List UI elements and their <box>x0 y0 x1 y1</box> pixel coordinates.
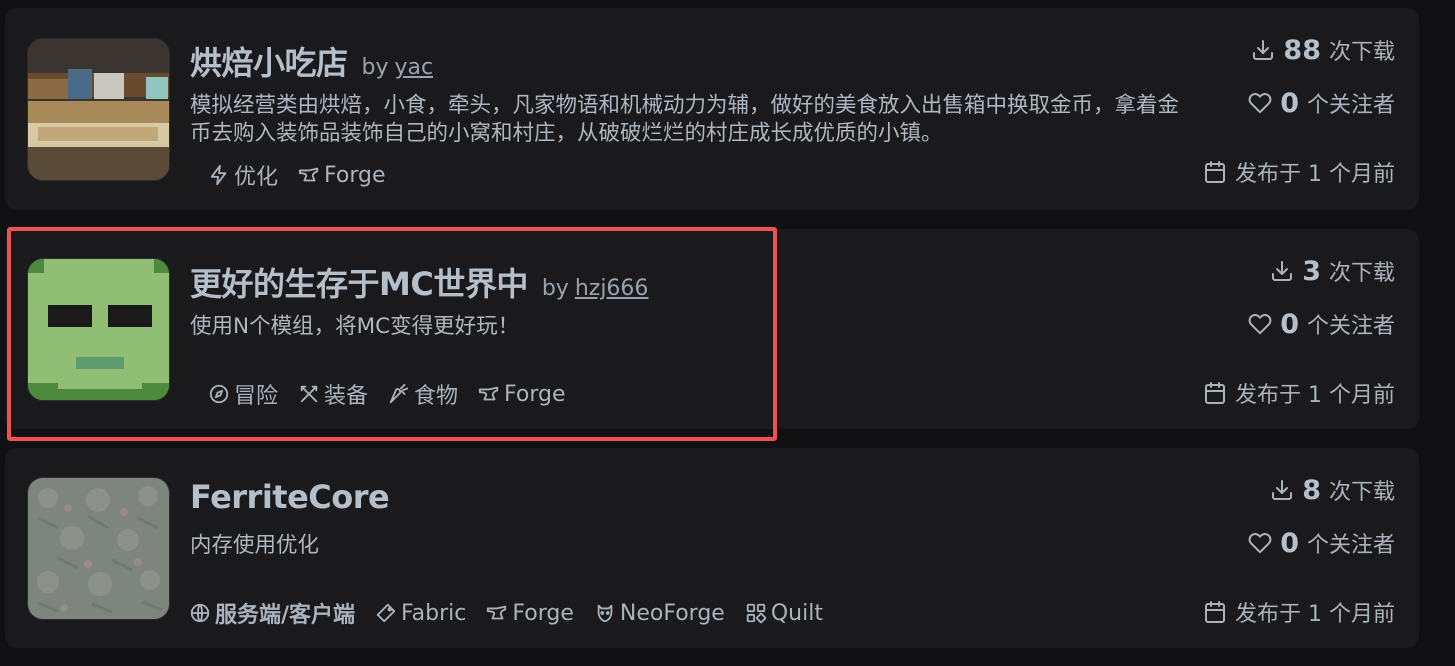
download-count: 3 次下载 <box>1270 255 1395 287</box>
project-icon[interactable] <box>27 477 170 620</box>
quilt-icon <box>746 603 766 624</box>
tag-label: Forge <box>504 381 566 407</box>
tag-forge[interactable]: Forge <box>478 378 566 410</box>
project-title[interactable]: 更好的生存于MC世界中 <box>190 259 528 305</box>
tag-label: Forge <box>324 162 386 188</box>
project-title[interactable]: FerriteCore <box>190 478 390 516</box>
anvil-icon <box>478 386 499 401</box>
compass-icon <box>209 384 229 404</box>
swords-icon <box>300 385 318 403</box>
fabric-icon <box>376 603 396 623</box>
calendar-icon <box>1205 382 1226 404</box>
project-card[interactable]: 烘焙小吃店 by yac 模拟经营类由烘焙，小食，牵头，凡家物语和机械动力为辅，… <box>5 8 1419 210</box>
tag-equipment[interactable]: 装备 <box>298 378 368 410</box>
project-description: 使用N个模组，将MC变得更好玩！ <box>190 314 520 339</box>
calendar-icon <box>1205 161 1226 183</box>
follower-count: 0 个关注者 <box>1248 87 1395 119</box>
download-count: 88 次下载 <box>1251 34 1395 66</box>
tag-optimization[interactable]: 优化 <box>208 159 278 191</box>
project-title[interactable]: 烘焙小吃店 <box>190 38 348 84</box>
project-description: 内存使用优化 <box>190 533 320 558</box>
anvil-icon <box>298 167 319 182</box>
tag-list: 冒险 装备 食物 Forge <box>208 378 566 410</box>
tag-adventure[interactable]: 冒险 <box>208 378 278 410</box>
by-label: by <box>541 276 569 301</box>
publish-date: 发布于 1 个月前 <box>1203 156 1395 188</box>
tag-label: NeoForge <box>619 600 725 626</box>
tag-label: 冒险 <box>234 384 279 409</box>
tag-label: 优化 <box>234 165 279 190</box>
heart-icon <box>1248 533 1272 554</box>
download-icon <box>1272 480 1293 500</box>
anvil-icon <box>487 605 507 620</box>
tag-forge[interactable]: Forge <box>486 597 574 629</box>
download-icon <box>1253 40 1274 60</box>
heart-icon <box>1248 314 1272 335</box>
tag-food[interactable]: 食物 <box>388 378 458 410</box>
author-link[interactable]: yac <box>395 55 434 80</box>
tag-label: 装备 <box>324 384 369 409</box>
tag-label: 食物 <box>414 384 459 409</box>
project-icon[interactable] <box>27 258 170 401</box>
tag-label: Quilt <box>770 600 823 626</box>
by-label: by <box>361 55 389 80</box>
download-icon <box>1272 261 1293 281</box>
tag-list: 服务端/客户端 Fabric Forge NeoForge Quilt <box>189 597 823 629</box>
tag-label: Fabric <box>401 600 467 626</box>
project-card[interactable]: FerriteCore 内存使用优化 服务端/客户端 Fabric Forge … <box>5 448 1419 648</box>
lightning-icon <box>210 164 227 186</box>
calendar-icon <box>1205 601 1226 623</box>
tag-list: 优化 Forge <box>208 159 386 191</box>
tag-neoforge[interactable]: NeoForge <box>594 597 725 629</box>
follower-count: 0 个关注者 <box>1248 308 1395 340</box>
tag-quilt[interactable]: Quilt <box>745 597 823 629</box>
follower-count: 0 个关注者 <box>1248 527 1395 559</box>
tag-label: Forge <box>512 600 574 626</box>
neoforge-icon <box>597 604 613 623</box>
tag-fabric[interactable]: Fabric <box>375 597 466 629</box>
tag-environment[interactable]: 服务端/客户端 <box>189 597 355 629</box>
download-count: 8 次下载 <box>1270 474 1395 506</box>
heart-icon <box>1248 93 1272 114</box>
carrot-icon <box>389 383 409 404</box>
project-icon[interactable] <box>27 38 170 181</box>
author-link[interactable]: hzj666 <box>575 276 649 301</box>
globe-icon <box>190 603 210 623</box>
project-description: 模拟经营类由烘焙，小食，牵头，凡家物语和机械动力为辅，做好的美食放入出售箱中换取… <box>190 93 1180 146</box>
tag-forge[interactable]: Forge <box>298 159 386 191</box>
publish-date: 发布于 1 个月前 <box>1203 596 1395 628</box>
project-card[interactable]: 更好的生存于MC世界中 by hzj666 使用N个模组，将MC变得更好玩！ 冒… <box>5 229 1419 429</box>
publish-date: 发布于 1 个月前 <box>1203 377 1395 409</box>
tag-label: 服务端/客户端 <box>215 603 356 628</box>
